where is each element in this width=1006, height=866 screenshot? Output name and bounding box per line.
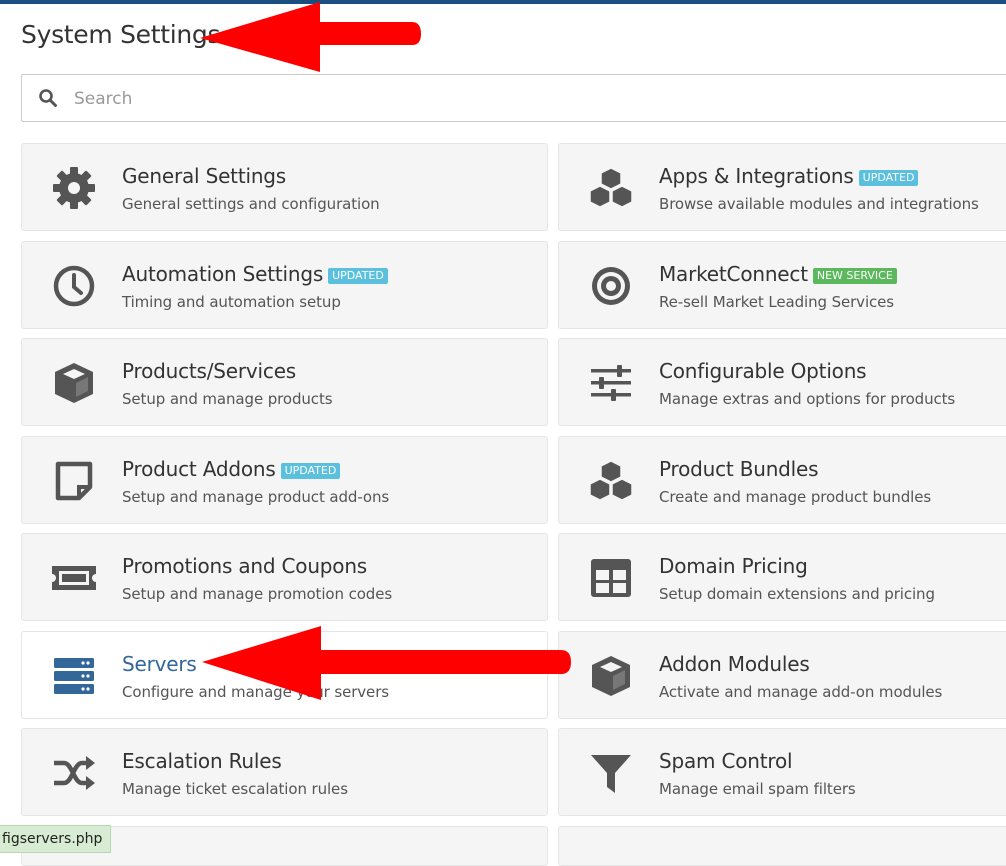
ticket-icon [50,554,98,602]
grid-icon [587,554,635,602]
bullseye-icon [587,262,635,310]
search-icon [38,88,58,108]
new-service-badge: NEW SERVICE [812,268,897,284]
red-arrow-annotation [200,2,421,72]
tile-description: Setup and manage promotion codes [122,585,393,603]
updated-badge: UPDATED [280,463,341,479]
tile-product-bundles[interactable]: Product Bundles Create and manage produc… [558,436,1006,524]
tile-automation-settings[interactable]: Automation Settings UPDATED Timing and au… [21,241,548,329]
tile-title: Addon Modules [659,652,810,676]
gear-icon [50,164,98,212]
tile-description: Browse available modules and integration… [659,195,979,213]
search-box[interactable] [21,74,1006,122]
tile-description: Configure and manage your servers [122,683,389,701]
tile-domain-pricing[interactable]: Domain Pricing Setup domain extensions a… [558,533,1006,621]
tile-apps-integrations[interactable]: Apps & Integrations UPDATED Browse availa… [558,143,1006,231]
tile-description: Re-sell Market Leading Services [659,293,895,311]
tile-title: Product Bundles [659,457,819,481]
tile-description: Manage extras and options for products [659,390,956,408]
tile-description: Activate and manage add-on modules [659,683,943,701]
updated-badge: UPDATED [858,170,919,186]
tile-description: Create and manage product bundles [659,488,932,506]
tile-title: Automation Settings UPDATED [122,262,388,286]
tile-title: Product Addons UPDATED [122,457,341,481]
tile-title: Products/Services [122,359,297,383]
tile-configurable-options[interactable]: Configurable Options Manage extras and o… [558,338,1006,426]
tile-title: Escalation Rules [122,749,282,773]
tile-product-addons[interactable]: Product Addons UPDATED Setup and manage p… [21,436,548,524]
tile-title: Promotions and Coupons [122,554,368,578]
tile-spam-control[interactable]: Spam Control Manage email spam filters [558,728,1006,816]
cubes-icon [587,457,635,505]
tile-description: Manage ticket escalation rules [122,780,348,798]
tile-title: Spam Control [659,749,793,773]
status-bar-url: figservers.php [0,825,112,853]
top-accent-bar [0,0,1006,4]
clock-icon [50,262,98,310]
tile-title: Servers [122,652,197,676]
tile-description: Setup and manage products [122,390,333,408]
tile-marketconnect[interactable]: MarketConnect NEW SERVICE Re-sell Market … [558,241,1006,329]
tile-title: General Settings [122,164,287,188]
sticky-note-icon [50,457,98,505]
server-icon [50,652,98,700]
tile-general-settings[interactable]: General Settings General settings and co… [21,143,548,231]
tile-escalation-rules[interactable]: Escalation Rules Manage ticket escalatio… [21,728,548,816]
updated-badge: UPDATED [328,268,388,284]
tile-description: Manage email spam filters [659,780,856,798]
tile-promotions-coupons[interactable]: Promotions and Coupons Setup and manage … [21,533,548,621]
search-input[interactable] [72,83,976,115]
tile-title: Configurable Options [659,359,867,383]
filter-icon [587,749,635,797]
sliders-icon [587,359,635,407]
cubes-icon [587,164,635,212]
tile-products-services[interactable]: Products/Services Setup and manage produ… [21,338,548,426]
tile-title: MarketConnect NEW SERVICE [659,262,897,286]
tile-title: Apps & Integrations UPDATED [659,164,919,188]
tile-description: Setup domain extensions and pricing [659,585,935,603]
random-icon [50,749,98,797]
cube-icon [50,359,98,407]
tile-partial[interactable] [558,826,1006,866]
tile-description: Timing and automation setup [122,293,341,311]
page-title: System Settings [21,20,221,49]
tile-addon-modules[interactable]: Addon Modules Activate and manage add-on… [558,631,1006,719]
tile-title: Domain Pricing [659,554,808,578]
tile-servers[interactable]: Servers Configure and manage your server… [21,631,548,719]
tile-description: General settings and configuration [122,195,380,213]
cube-icon [587,652,635,700]
tile-description: Setup and manage product add-ons [122,488,390,506]
